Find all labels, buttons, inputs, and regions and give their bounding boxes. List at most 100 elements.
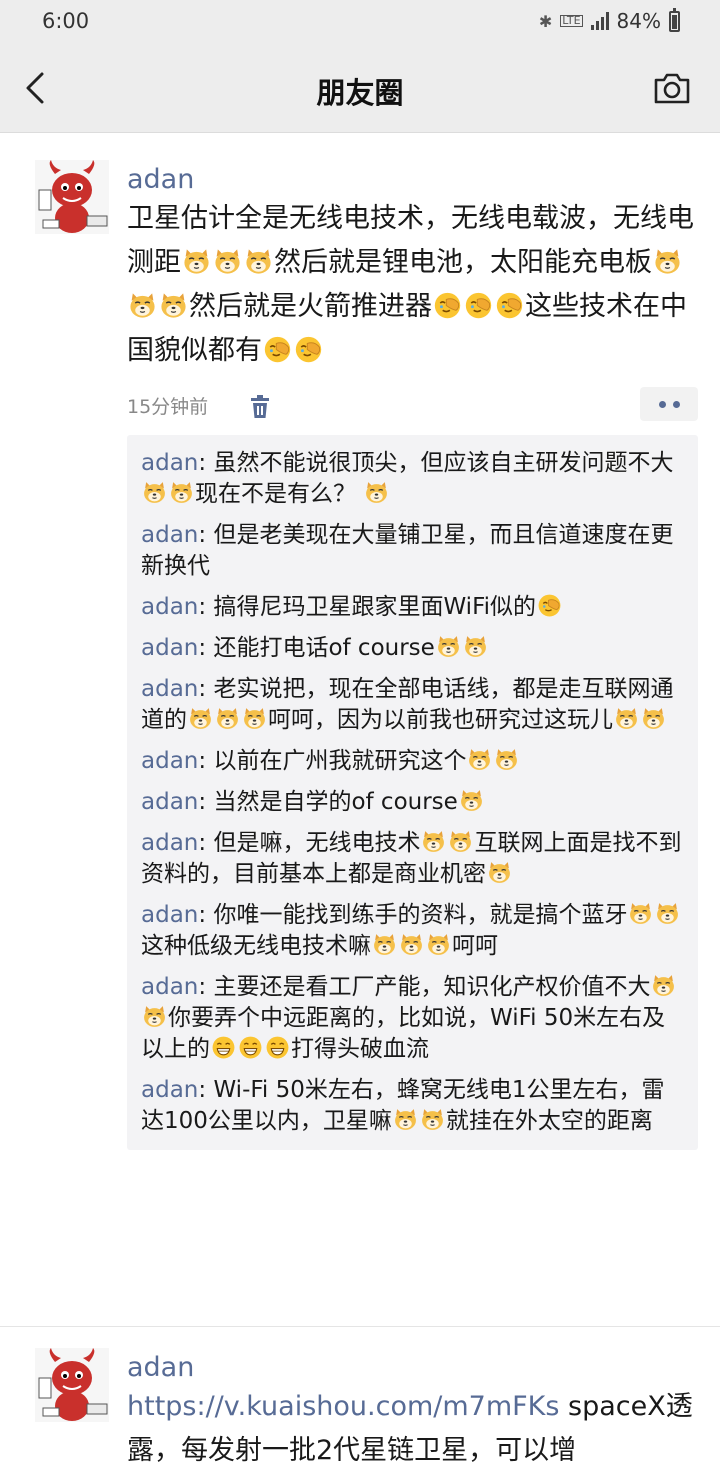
status-icons: ✱ LTE 84% xyxy=(538,7,680,33)
doge-face-icon xyxy=(437,636,459,657)
bluetooth-icon: ✱ xyxy=(538,11,553,31)
post-body: adan https://v.kuaishou.com/m7mFKs space… xyxy=(127,1351,698,1473)
doge-face-icon xyxy=(496,749,518,770)
comment-author[interactable]: adan xyxy=(141,450,198,476)
facepalm-icon xyxy=(295,336,322,363)
post-author[interactable]: adan xyxy=(127,1351,698,1385)
post-author[interactable]: adan xyxy=(127,163,698,197)
signal-icon xyxy=(590,12,609,30)
grin-icon xyxy=(212,1036,235,1059)
comment-item[interactable]: adan: 你唯一能找到练手的资料，就是搞个蓝牙这种低级无线电技术嘛 呵呵 xyxy=(141,895,684,967)
comment-separator: : xyxy=(198,1077,214,1103)
doge-face-icon xyxy=(161,293,186,318)
doge-face-icon xyxy=(184,249,209,274)
comment-item[interactable]: adan: 以前在广州我就研究这个 xyxy=(141,741,684,782)
comment-separator: : xyxy=(198,748,214,774)
comment-author[interactable]: adan xyxy=(141,522,198,548)
grin-icon xyxy=(266,1036,289,1059)
comment-author[interactable]: adan xyxy=(141,830,198,856)
comment-text: 但是老美现在大量铺卫星，而且信道速度在更新换代 xyxy=(141,522,674,579)
avatar[interactable] xyxy=(35,160,109,234)
comment-item[interactable]: adan: 但是嘛，无线电技术 互联网上面是找不到资料的，目前基本上都是商业机密 xyxy=(141,823,684,895)
doge-face-icon xyxy=(469,749,491,770)
comment-separator: : xyxy=(198,902,214,928)
doge-face-icon xyxy=(657,903,679,924)
comment-author[interactable]: adan xyxy=(141,974,198,1000)
post-meta: 15分钟前 xyxy=(127,387,698,427)
status-time: 6:00 xyxy=(42,9,90,33)
lte-icon: LTE xyxy=(560,14,583,27)
doge-face-icon xyxy=(616,708,637,729)
comment-item[interactable]: adan: 但是老美现在大量铺卫星，而且信道速度在更新换代 xyxy=(141,515,684,587)
doge-face-icon xyxy=(171,482,192,503)
comment-separator: : xyxy=(198,974,214,1000)
comment-item[interactable]: adan: 主要还是看工厂产能，知识化产权价值不大你要弄个中远距离的，比如说，W… xyxy=(141,967,684,1070)
comment-text: 搞得尼玛卫星跟家里面WiFi似的 xyxy=(213,594,563,620)
facepalm-icon xyxy=(496,292,523,319)
doge-face-icon xyxy=(421,1109,443,1130)
doge-face-icon xyxy=(215,249,240,274)
comment-text: 虽然不能说很顶尖，但应该自主研发问题不大现在不是有么？ xyxy=(141,450,673,507)
doge-face-icon xyxy=(374,934,395,955)
devil-mascot-avatar xyxy=(35,1348,109,1422)
doge-face-icon xyxy=(394,1109,416,1130)
comment-item[interactable]: adan: Wi-Fi 50米左右，蜂窝无线电1公里左右，雷达100公里以内，卫… xyxy=(141,1070,684,1142)
comment-author[interactable]: adan xyxy=(141,789,198,815)
trash-icon[interactable] xyxy=(249,395,271,419)
page-title: 朋友圈 xyxy=(316,76,404,110)
doge-face-icon xyxy=(366,482,388,503)
doge-face-icon xyxy=(460,790,482,811)
avatar[interactable] xyxy=(35,1348,109,1422)
post-link[interactable]: https://v.kuaishou.com/m7mFKs xyxy=(127,1391,559,1422)
comment-separator: : xyxy=(198,789,214,815)
grin-icon xyxy=(239,1036,262,1059)
doge-face-icon xyxy=(144,482,165,503)
comment-separator: : xyxy=(198,635,214,661)
post-text: https://v.kuaishou.com/m7mFKs spaceX透露，每… xyxy=(127,1385,698,1473)
comment-author[interactable]: adan xyxy=(141,1077,198,1103)
post-divider xyxy=(0,1326,720,1327)
status-bar: 6:00 ✱ LTE 84% xyxy=(0,0,720,44)
comment-text: 老实说把，现在全部电话线，都是走互联网通道的 呵呵，因为以前我也研究过这玩儿 xyxy=(141,676,674,733)
comment-author[interactable]: adan xyxy=(141,594,198,620)
facepalm-icon xyxy=(465,292,492,319)
doge-face-icon xyxy=(643,708,664,729)
doge-face-icon xyxy=(655,249,680,274)
facepalm-icon xyxy=(434,292,461,319)
doge-face-icon xyxy=(450,831,472,852)
comment-item[interactable]: adan: 老实说把，现在全部电话线，都是走互联网通道的 呵呵，因为以前我也研究过… xyxy=(141,669,684,741)
comment-separator: : xyxy=(198,594,214,620)
more-actions-button[interactable] xyxy=(640,387,698,421)
comment-author[interactable]: adan xyxy=(141,635,198,661)
battery-percent: 84% xyxy=(616,9,661,33)
facepalm-icon xyxy=(538,594,561,617)
doge-face-icon xyxy=(489,862,510,883)
doge-face-icon xyxy=(464,636,486,657)
comment-item[interactable]: adan: 搞得尼玛卫星跟家里面WiFi似的 xyxy=(141,587,684,628)
comment-author[interactable]: adan xyxy=(141,676,198,702)
comment-author[interactable]: adan xyxy=(141,748,198,774)
comment-text: 但是嘛，无线电技术 互联网上面是找不到资料的，目前基本上都是商业机密 xyxy=(141,830,682,887)
post-body: adan 卫星估计全是无线电技术，无线电载波，无线电测距 然后就是锂电池，太阳能充… xyxy=(127,163,698,1150)
comment-item[interactable]: adan: 当然是自学的of course xyxy=(141,782,684,823)
comment-item[interactable]: adan: 还能打电话of course xyxy=(141,628,684,669)
doge-face-icon xyxy=(244,708,265,729)
doge-face-icon xyxy=(246,249,271,274)
comment-text: Wi-Fi 50米左右，蜂窝无线电1公里左右，雷达100公里以内，卫星嘛 就挂在外… xyxy=(141,1077,665,1134)
post-text: 卫星估计全是无线电技术，无线电载波，无线电测距 然后就是锂电池，太阳能充电板然后就… xyxy=(127,203,694,366)
comment-text: 还能打电话of course xyxy=(213,635,488,661)
nav-bar: 朋友圈 xyxy=(0,44,720,133)
devil-mascot-avatar xyxy=(35,160,109,234)
dot-icon xyxy=(658,400,666,408)
comment-list: adan: 虽然不能说很顶尖，但应该自主研发问题不大现在不是有么？ adan: … xyxy=(127,435,698,1150)
doge-face-icon xyxy=(144,1006,165,1027)
post-time: 15分钟前 xyxy=(127,396,209,418)
doge-face-icon xyxy=(653,975,675,996)
comment-separator: : xyxy=(198,676,214,702)
comment-item[interactable]: adan: 虽然不能说很顶尖，但应该自主研发问题不大现在不是有么？ xyxy=(141,443,684,515)
camera-button[interactable] xyxy=(652,70,692,106)
doge-face-icon xyxy=(190,708,211,729)
comment-author[interactable]: adan xyxy=(141,902,198,928)
comment-text: 以前在广州我就研究这个 xyxy=(213,748,520,774)
dot-icon xyxy=(672,400,680,408)
